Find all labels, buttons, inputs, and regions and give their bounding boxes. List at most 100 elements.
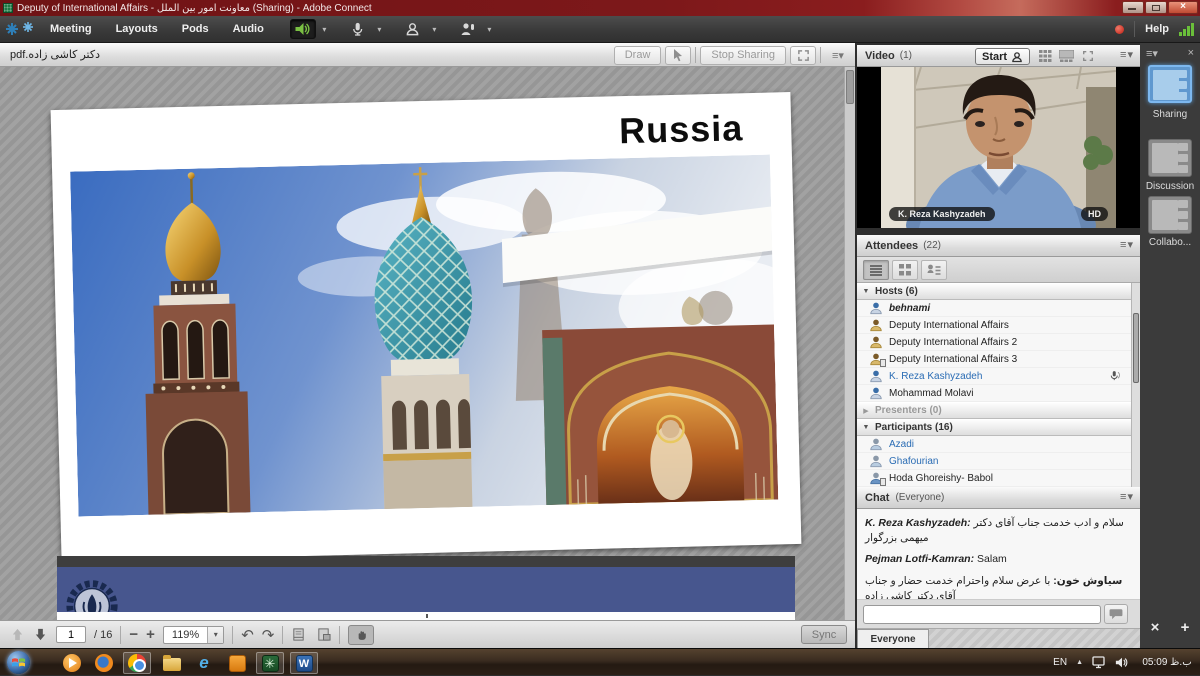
horizontal-scrollbar[interactable] — [57, 612, 795, 620]
attendee-status-view-button[interactable] — [921, 260, 947, 280]
next-page-button[interactable] — [33, 627, 48, 642]
chat-sender: Pejman Lotfi-Kamran: — [865, 553, 974, 565]
volume-icon[interactable] — [1115, 656, 1129, 669]
clock[interactable]: 05:09 ب.ظ — [1138, 657, 1196, 668]
grid-view-button[interactable] — [1037, 49, 1054, 63]
menu-audio[interactable]: Audio — [221, 16, 276, 42]
webcam-dropdown[interactable]: ▾ — [428, 19, 441, 39]
pan-tool-button[interactable] — [348, 625, 374, 645]
host-icon — [869, 318, 883, 332]
attendee-row[interactable]: K. Reza Kashyzadeh — [857, 368, 1131, 385]
microphone-dropdown[interactable]: ▾ — [373, 19, 386, 39]
raise-hand-button[interactable] — [455, 19, 481, 39]
start-webcam-button[interactable]: Start — [975, 48, 1030, 65]
menu-meeting[interactable]: Meeting — [38, 16, 104, 42]
participants-section-header[interactable]: ▼ Participants (16) — [857, 419, 1131, 436]
help-menu[interactable]: Help — [1145, 23, 1169, 35]
attendees-pod-menu-button[interactable]: ≡▾ — [1120, 238, 1134, 251]
rotate-left-button[interactable]: ↶ — [241, 626, 254, 644]
presenters-section-header[interactable]: ▶ Presenters (0) — [857, 402, 1131, 419]
attendee-row[interactable]: Azadi — [857, 436, 1131, 453]
layout-sharing-thumbnail[interactable] — [1148, 65, 1192, 103]
raise-hand-dropdown[interactable]: ▾ — [483, 19, 496, 39]
host-icon — [869, 352, 883, 366]
webcam-button[interactable] — [400, 19, 426, 39]
microphone-button[interactable] — [345, 19, 371, 39]
taskbar-word-icon[interactable]: W — [290, 652, 318, 674]
attendee-row[interactable]: Deputy International Affairs 3 — [857, 351, 1131, 368]
remove-layout-button[interactable]: × — [1151, 619, 1160, 636]
pointer-tool-button[interactable] — [665, 46, 691, 65]
network-icon[interactable] — [1092, 656, 1106, 669]
taskbar-media-player-icon[interactable] — [58, 652, 86, 674]
share-pod: دکتر کاشی زاده.pdf Draw Stop Sharing ≡▾ — [0, 43, 855, 648]
rotate-right-button[interactable]: ↷ — [262, 626, 275, 644]
speaker-dropdown[interactable]: ▾ — [318, 19, 331, 39]
tab-everyone[interactable]: Everyone — [857, 629, 929, 649]
connection-signal-icon — [1179, 22, 1194, 36]
collapse-icon: ▼ — [857, 424, 875, 431]
attendee-name: behnami — [889, 303, 930, 314]
layout-discussion-thumbnail[interactable] — [1148, 139, 1192, 177]
chat-pod-menu-button[interactable]: ≡▾ — [1120, 490, 1134, 503]
attendee-row[interactable]: Deputy International Affairs — [857, 317, 1131, 334]
layout-label-collaboration[interactable]: Collabo... — [1140, 237, 1200, 248]
share-vertical-scrollbar[interactable] — [844, 67, 855, 620]
taskbar-firefox-icon[interactable] — [90, 652, 118, 674]
zoom-out-button[interactable]: − — [129, 627, 138, 642]
attendee-row[interactable]: Hoda Ghoreishy- Babol — [857, 470, 1131, 487]
layout-label-sharing[interactable]: Sharing — [1140, 109, 1200, 120]
page-number-input[interactable] — [56, 626, 86, 643]
menu-pods[interactable]: Pods — [170, 16, 221, 42]
taskbar-explorer-icon[interactable] — [158, 652, 186, 674]
video-pod-menu-button[interactable]: ≡▾ — [1120, 48, 1134, 61]
rail-close-button[interactable]: × — [1188, 47, 1194, 60]
hosts-section-header[interactable]: ▼ Hosts (6) — [857, 283, 1131, 300]
taskbar-adobe-connect-icon[interactable]: ✳ — [256, 652, 284, 674]
sync-button[interactable]: Sync — [801, 625, 847, 644]
attendee-row[interactable]: Ghafourian — [857, 453, 1131, 470]
tray-expand-icon[interactable]: ▲ — [1076, 659, 1083, 666]
share-pod-menu-button[interactable]: ≡▾ — [825, 46, 851, 65]
speaker-button[interactable] — [290, 19, 316, 39]
attendee-list-view-button[interactable] — [863, 260, 889, 280]
video-fullscreen-button[interactable] — [1079, 49, 1096, 63]
rail-menu-button[interactable]: ≡▾ — [1146, 47, 1158, 60]
chat-input-row — [857, 600, 1140, 628]
stop-sharing-button[interactable]: Stop Sharing — [700, 46, 786, 65]
filmstrip-view-button[interactable] — [1058, 49, 1075, 63]
device-badge-icon — [880, 478, 886, 486]
chat-scope: (Everyone) — [895, 492, 944, 503]
attendee-row[interactable]: behnami — [857, 300, 1131, 317]
taskbar-internet-explorer-icon[interactable]: e — [190, 652, 218, 674]
attendee-grid-view-button[interactable] — [892, 260, 918, 280]
fit-page-button[interactable] — [316, 627, 331, 642]
hd-badge: HD — [1081, 207, 1108, 221]
layout-collaboration-thumbnail[interactable] — [1148, 196, 1192, 234]
taskbar-office-icon[interactable] — [223, 652, 251, 674]
add-layout-button[interactable]: + — [1181, 619, 1190, 636]
attendees-scrollbar[interactable] — [1131, 283, 1140, 487]
close-button[interactable]: × — [1168, 1, 1198, 14]
language-indicator[interactable]: EN — [1053, 657, 1067, 668]
zoom-level-select[interactable]: 119% ▾ — [163, 626, 224, 644]
fit-width-button[interactable] — [291, 627, 306, 642]
restore-button[interactable] — [1145, 1, 1167, 14]
layout-label-discussion[interactable]: Discussion — [1140, 181, 1200, 192]
chat-pod-title: Chat — [865, 492, 889, 504]
menu-layouts[interactable]: Layouts — [104, 16, 170, 42]
attendee-name: Ghafourian — [889, 456, 938, 467]
send-message-button[interactable] — [1104, 604, 1128, 624]
taskbar-chrome-icon[interactable] — [123, 652, 151, 674]
previous-page-button[interactable] — [10, 627, 25, 642]
attendee-row[interactable]: Mohammad Molavi — [857, 385, 1131, 402]
minimize-button[interactable] — [1122, 1, 1144, 14]
attendee-row[interactable]: Deputy International Affairs 2 — [857, 334, 1131, 351]
draw-button[interactable]: Draw — [614, 46, 662, 65]
zoom-in-button[interactable]: + — [146, 627, 155, 642]
fullscreen-button[interactable] — [790, 46, 816, 65]
start-button[interactable] — [7, 651, 30, 674]
chat-message: K. Reza Kashyzadeh: سلام و ادب خدمت جناب… — [865, 516, 1132, 546]
slide-photo-church — [70, 155, 778, 517]
chat-input[interactable] — [863, 605, 1101, 624]
